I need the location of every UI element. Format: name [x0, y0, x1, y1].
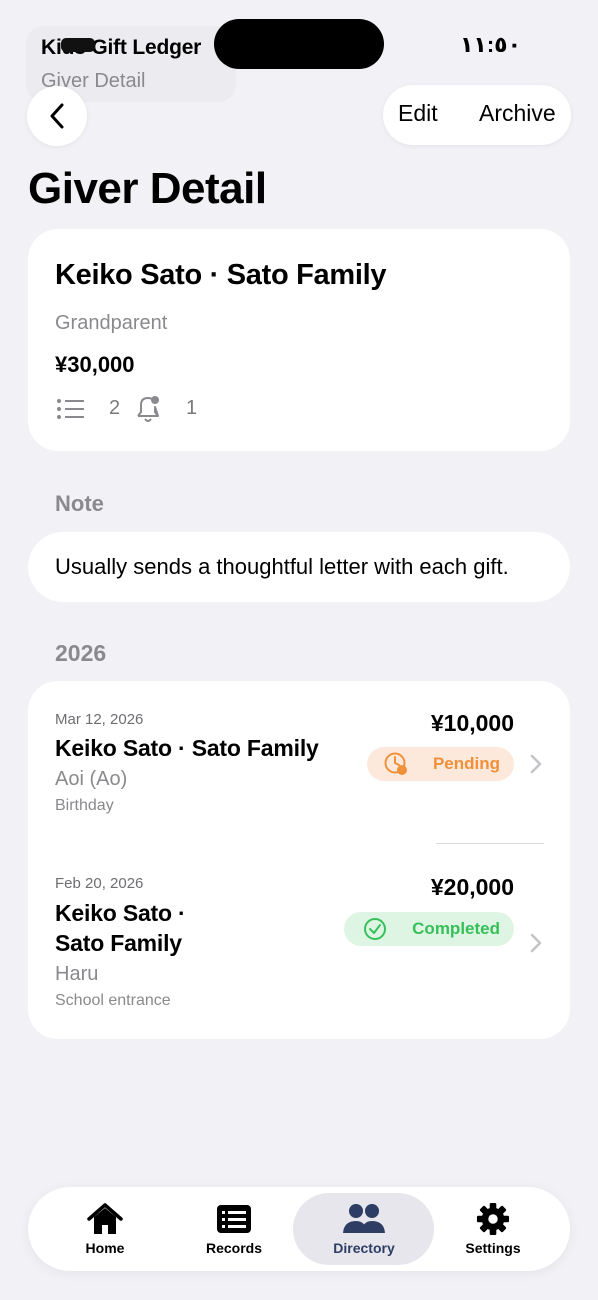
dynamic-island: [214, 19, 384, 69]
clock-icon: [384, 752, 407, 775]
record-amount: ¥20,000: [430, 874, 514, 900]
edit-button[interactable]: Edit: [398, 100, 438, 127]
check-circle-icon: [364, 918, 386, 940]
record-amount: ¥10,000: [430, 710, 514, 736]
record-date: Mar 12, 2026: [55, 711, 144, 728]
record-child: Haru: [55, 963, 99, 985]
year-section-header: 2026: [55, 640, 107, 666]
record-count: 2: [109, 397, 121, 419]
record-occasion: Birthday: [55, 797, 114, 814]
record-occasion: School entrance: [55, 992, 171, 1009]
giver-total: ¥30,000: [55, 352, 135, 377]
note-section-header: Note: [55, 491, 104, 516]
note-text: Usually sends a thoughtful letter with e…: [55, 554, 509, 579]
list-icon: [57, 399, 84, 419]
record-giver: Keiko Sato · Sato Family: [55, 735, 319, 761]
status-badge-completed: Completed: [344, 912, 514, 946]
back-button[interactable]: [27, 86, 87, 146]
giver-name: Keiko Sato · Sato Family: [55, 259, 387, 291]
status-label: Completed: [412, 919, 500, 938]
tab-directory[interactable]: Directory: [309, 1202, 419, 1256]
tab-label: Directory: [333, 1240, 395, 1256]
gear-icon: [476, 1202, 510, 1236]
tab-label: Records: [205, 1240, 263, 1256]
page-title: Giver Detail: [28, 164, 267, 213]
tab-home[interactable]: Home: [50, 1202, 160, 1256]
tab-label: Settings: [465, 1240, 521, 1256]
archive-button[interactable]: Archive: [479, 100, 556, 127]
giver-relation: Grandparent: [55, 312, 168, 334]
tab-settings[interactable]: Settings: [438, 1202, 548, 1256]
chevron-left-icon: [50, 103, 64, 129]
chevron-right-icon: [530, 754, 542, 774]
list-card-icon: [217, 1205, 251, 1233]
people-icon: [343, 1204, 385, 1233]
status-time: ١١:٥٠: [460, 32, 522, 57]
reminder-count: 1: [186, 397, 198, 419]
record-giver-line2: Sato Family: [55, 930, 182, 956]
house-icon: [87, 1203, 123, 1234]
record-giver: Keiko Sato ·: [55, 900, 186, 926]
signal-wifi-icon: [61, 38, 95, 52]
tab-label: Home: [85, 1240, 125, 1256]
row-divider: [436, 843, 544, 844]
tab-records[interactable]: Records: [179, 1202, 289, 1256]
status-badge-pending: Pending: [367, 747, 514, 781]
record-date: Feb 20, 2026: [55, 875, 144, 892]
chevron-right-icon: [530, 933, 542, 953]
record-child: Aoi (Ao): [55, 768, 128, 790]
bell-icon: [137, 396, 159, 422]
status-label: Pending: [432, 754, 500, 773]
